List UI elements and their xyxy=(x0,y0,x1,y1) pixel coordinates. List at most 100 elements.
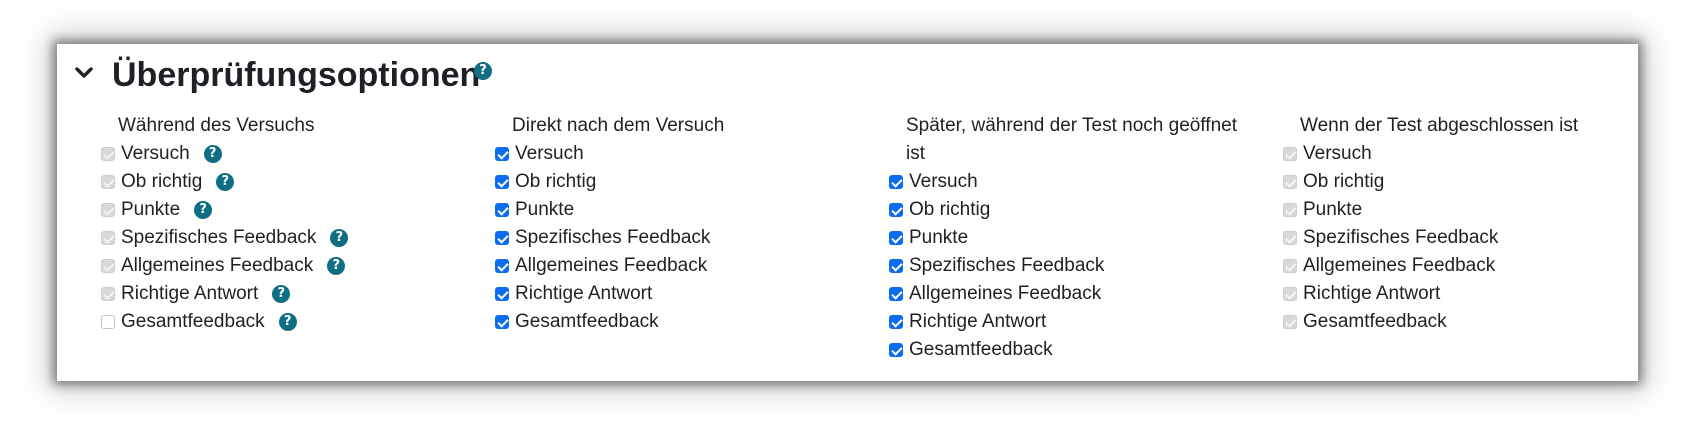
option-checkbox xyxy=(1283,147,1297,161)
option-checkbox xyxy=(101,231,115,245)
option-label: Punkte xyxy=(1303,199,1363,220)
review-option-row: Allgemeines Feedback xyxy=(494,252,864,280)
review-option-row: Punkte xyxy=(888,224,1258,252)
option-checkbox xyxy=(101,287,115,301)
option-checkbox[interactable] xyxy=(495,287,509,301)
option-label: Punkte xyxy=(121,199,181,220)
option-label: Versuch xyxy=(909,171,978,192)
option-checkbox[interactable] xyxy=(889,287,903,301)
option-checkbox[interactable] xyxy=(495,147,509,161)
review-option-row: Gesamtfeedback xyxy=(494,308,864,336)
help-icon[interactable]: ? xyxy=(330,229,349,247)
review-option-row: Allgemeines Feedback xyxy=(1282,252,1652,280)
option-checkbox xyxy=(101,203,115,217)
option-label: Gesamtfeedback xyxy=(515,311,659,332)
review-option-row: Spezifisches Feedback xyxy=(888,252,1258,280)
review-option-row: Ob richtig xyxy=(494,168,864,196)
option-checkbox[interactable] xyxy=(101,315,115,329)
help-icon[interactable]: ? xyxy=(272,285,291,303)
review-option-row: Spezifisches Feedback? xyxy=(100,224,470,252)
column-immediately-after: Direkt nach dem Versuch Versuch Ob richti… xyxy=(494,112,864,336)
review-option-row: Allgemeines Feedback? xyxy=(100,252,470,280)
column-heading: Während des Versuchs xyxy=(118,115,315,136)
option-checkbox[interactable] xyxy=(889,259,903,273)
option-label: Spezifisches Feedback xyxy=(909,255,1105,276)
help-icon[interactable]: ? xyxy=(203,145,222,163)
option-label: Punkte xyxy=(515,199,575,220)
review-option-row: Versuch? xyxy=(100,140,470,168)
review-option-row: Punkte xyxy=(494,196,864,224)
help-icon[interactable]: ? xyxy=(474,62,492,80)
review-option-row: Punkte? xyxy=(100,196,470,224)
column-during-attempt: Während des Versuchs Versuch? Ob richtig?… xyxy=(100,112,470,336)
review-option-row: Gesamtfeedback? xyxy=(100,308,470,336)
review-option-row: Richtige Antwort xyxy=(888,308,1258,336)
option-checkbox[interactable] xyxy=(495,175,509,189)
option-label: Punkte xyxy=(909,227,969,248)
option-checkbox[interactable] xyxy=(495,203,509,217)
column-after-close: Wenn der Test abgeschlossen ist Versuch O… xyxy=(1282,112,1652,336)
option-label: Gesamtfeedback xyxy=(121,311,265,332)
help-icon[interactable]: ? xyxy=(194,201,213,219)
option-checkbox[interactable] xyxy=(889,315,903,329)
option-checkbox[interactable] xyxy=(495,231,509,245)
review-option-row: Allgemeines Feedback xyxy=(888,280,1258,308)
option-checkbox[interactable] xyxy=(889,175,903,189)
column-later-while-open: Später, während der Test noch geöffnet i… xyxy=(888,112,1258,364)
review-option-row: Spezifisches Feedback xyxy=(1282,224,1652,252)
column-heading: Direkt nach dem Versuch xyxy=(512,115,725,136)
section-title: Überprüfungsoptionen xyxy=(112,56,481,94)
review-option-row: Richtige Antwort xyxy=(494,280,864,308)
option-label: Allgemeines Feedback xyxy=(515,255,708,276)
option-label: Allgemeines Feedback xyxy=(909,283,1102,304)
option-checkbox xyxy=(1283,287,1297,301)
review-option-row: Ob richtig xyxy=(888,196,1258,224)
option-label: Versuch xyxy=(1303,143,1372,164)
option-checkbox[interactable] xyxy=(495,259,509,273)
review-options-panel: Überprüfungsoptionen ? Während des Versu… xyxy=(57,44,1638,381)
review-option-row: Versuch xyxy=(1282,140,1652,168)
review-option-row: Spezifisches Feedback xyxy=(494,224,864,252)
option-label: Spezifisches Feedback xyxy=(515,227,711,248)
help-icon[interactable]: ? xyxy=(216,173,235,191)
option-checkbox[interactable] xyxy=(889,231,903,245)
option-checkbox xyxy=(101,147,115,161)
option-label: Richtige Antwort xyxy=(909,311,1047,332)
option-label: Ob richtig xyxy=(909,199,991,220)
option-label: Richtige Antwort xyxy=(121,283,259,304)
option-checkbox[interactable] xyxy=(495,315,509,329)
option-checkbox[interactable] xyxy=(889,343,903,357)
review-option-row: Gesamtfeedback xyxy=(1282,308,1652,336)
option-checkbox xyxy=(1283,315,1297,329)
chevron-down-icon[interactable] xyxy=(72,61,96,85)
column-heading: Wenn der Test abgeschlossen ist xyxy=(1300,115,1579,136)
option-checkbox xyxy=(1283,231,1297,245)
review-option-row: Gesamtfeedback xyxy=(888,336,1258,364)
review-option-row: Versuch xyxy=(888,168,1258,196)
option-label: Ob richtig xyxy=(121,171,203,192)
help-icon[interactable]: ? xyxy=(327,257,346,275)
review-option-row: Richtige Antwort? xyxy=(100,280,470,308)
option-checkbox xyxy=(1283,203,1297,217)
option-label: Richtige Antwort xyxy=(1303,283,1441,304)
option-label: Spezifisches Feedback xyxy=(121,227,317,248)
option-checkbox[interactable] xyxy=(889,203,903,217)
option-label: Ob richtig xyxy=(1303,171,1385,192)
option-checkbox xyxy=(101,175,115,189)
option-label: Spezifisches Feedback xyxy=(1303,227,1499,248)
review-option-row: Ob richtig? xyxy=(100,168,470,196)
section-header: Überprüfungsoptionen ? xyxy=(57,44,1638,104)
review-option-row: Richtige Antwort xyxy=(1282,280,1652,308)
option-checkbox xyxy=(1283,259,1297,273)
option-label: Richtige Antwort xyxy=(515,283,653,304)
option-label: Allgemeines Feedback xyxy=(121,255,314,276)
option-label: Allgemeines Feedback xyxy=(1303,255,1496,276)
option-label: Versuch xyxy=(515,143,584,164)
option-label: Gesamtfeedback xyxy=(1303,311,1447,332)
help-icon[interactable]: ? xyxy=(278,313,297,331)
review-option-row: Ob richtig xyxy=(1282,168,1652,196)
review-option-row: Versuch xyxy=(494,140,864,168)
column-heading: Später, während der Test noch geöffnet i… xyxy=(906,115,1237,164)
option-checkbox xyxy=(101,259,115,273)
option-label: Versuch xyxy=(121,143,190,164)
